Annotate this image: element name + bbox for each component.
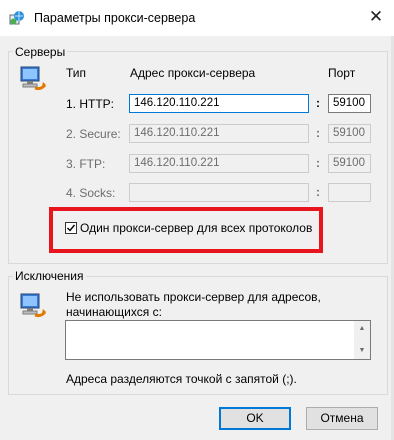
- same-proxy-checkbox[interactable]: [65, 222, 77, 234]
- exceptions-hint: Адреса разделяются точкой с запятой (;).: [66, 372, 297, 386]
- secure-port-separator: :: [316, 126, 320, 140]
- socks-port-input: [328, 183, 371, 202]
- title-bar: Параметры прокси-сервера ✕: [0, 0, 394, 36]
- close-button[interactable]: ✕: [358, 0, 394, 36]
- secure-port-input: 59100: [328, 124, 371, 143]
- close-icon: ✕: [368, 7, 384, 26]
- column-type-header: Тип: [66, 66, 87, 80]
- cancel-button[interactable]: Отмена: [306, 407, 378, 430]
- checkmark-icon: [67, 224, 76, 232]
- network-computer-icon: [20, 66, 47, 91]
- secure-address-input: 146.120.110.221: [129, 124, 309, 143]
- http-address-input[interactable]: 146.120.110.221: [129, 94, 309, 113]
- exceptions-group-label: Исключения: [13, 269, 86, 283]
- exceptions-description: Не использовать прокси-сервер для адресо…: [66, 290, 321, 319]
- socks-address-input: [129, 183, 309, 202]
- exceptions-textarea[interactable]: ▲ ▼: [65, 320, 371, 360]
- exceptions-scrollbar[interactable]: ▲ ▼: [354, 321, 370, 359]
- ftp-label: 3. FTP:: [66, 157, 106, 171]
- http-port-input[interactable]: 59100: [328, 94, 371, 113]
- socks-port-separator: :: [316, 185, 320, 199]
- ftp-port-input: 59100: [328, 154, 371, 173]
- internet-options-icon: [9, 11, 24, 25]
- ok-button[interactable]: OK: [219, 407, 291, 430]
- ftp-address-input: 146.120.110.221: [129, 154, 309, 173]
- http-port-separator: :: [316, 96, 320, 110]
- scroll-up-icon[interactable]: ▲: [354, 321, 370, 337]
- exceptions-computer-icon: [20, 293, 47, 318]
- secure-label: 2. Secure:: [66, 127, 121, 141]
- http-label: 1. HTTP:: [66, 97, 115, 111]
- ftp-port-separator: :: [316, 156, 320, 170]
- same-proxy-label[interactable]: Один прокси-сервер для всех протоколов: [80, 221, 312, 235]
- socks-label: 4. Socks:: [66, 186, 116, 200]
- window-title: Параметры прокси-сервера: [34, 11, 196, 25]
- column-address-header: Адрес прокси-сервера: [130, 66, 256, 80]
- servers-group-label: Серверы: [13, 45, 68, 59]
- scroll-down-icon[interactable]: ▼: [354, 343, 370, 359]
- column-port-header: Порт: [328, 66, 356, 80]
